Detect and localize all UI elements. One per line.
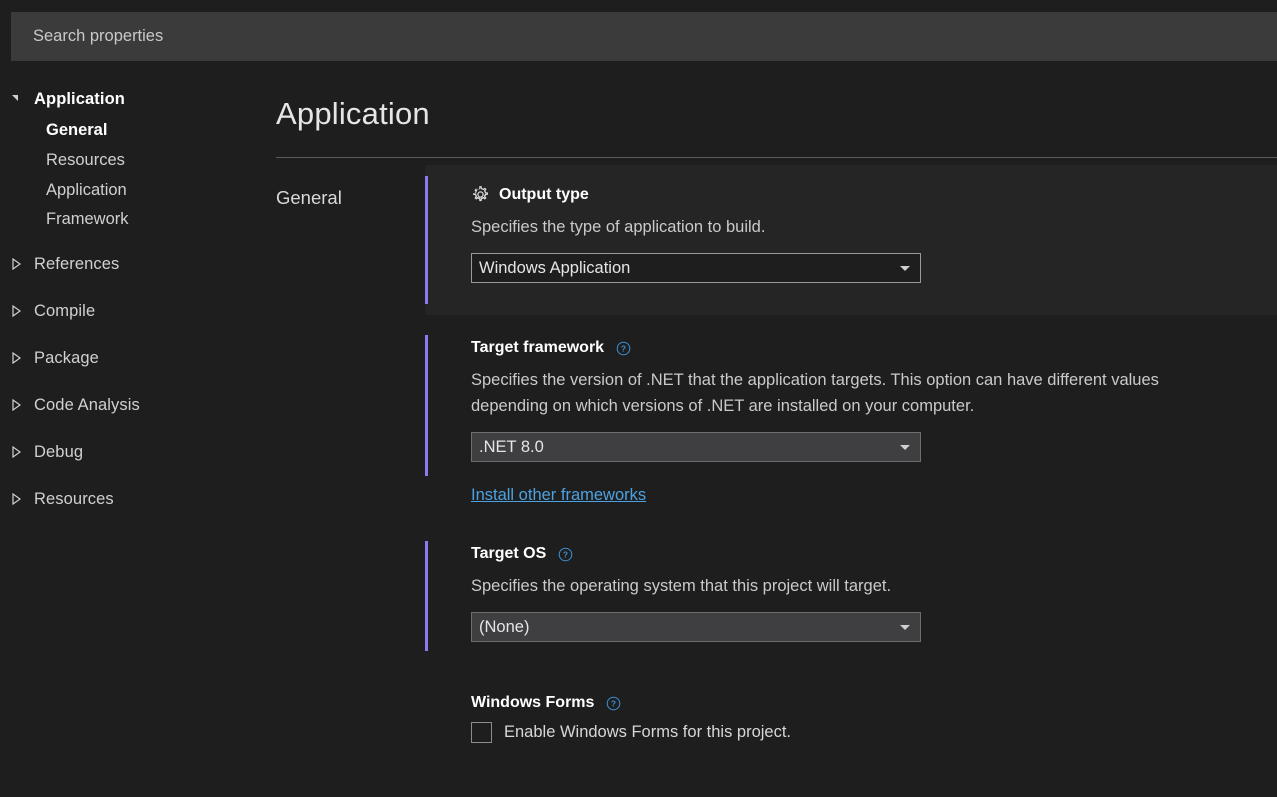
help-circle-icon[interactable]: ? [606, 696, 621, 711]
sidebar-subitem-label: Resources [46, 146, 125, 175]
target-framework-heading: Target framework ? [471, 339, 1277, 357]
enable-windows-forms-row[interactable]: Enable Windows Forms for this project. [471, 722, 1277, 743]
sidebar-spacer [0, 281, 265, 296]
triangle-collapsed-icon[interactable] [12, 343, 34, 364]
sidebar-item-label: Compile [34, 296, 95, 326]
output-type-dropdown[interactable]: Windows Application [471, 253, 921, 283]
windows-forms-title: Windows Forms [471, 694, 594, 712]
properties-window: Application General Resources Applicatio… [0, 0, 1277, 797]
section-accent-bar [425, 541, 428, 651]
enable-windows-forms-label: Enable Windows Forms for this project. [504, 723, 791, 742]
sidebar-item-general[interactable]: General [0, 116, 265, 146]
target-framework-dropdown[interactable]: .NET 8.0 [471, 432, 921, 462]
triangle-collapsed-icon[interactable] [12, 296, 34, 317]
output-type-title: Output type [499, 186, 589, 204]
sidebar-item-package[interactable]: Package [0, 343, 265, 373]
sidebar-item-resources[interactable]: Resources [0, 484, 265, 514]
install-other-frameworks-link[interactable]: Install other frameworks [471, 486, 646, 505]
search-bar[interactable] [11, 12, 1277, 61]
output-type-section: Output type Specifies the type of applic… [425, 165, 1277, 315]
windows-forms-section: Windows Forms ? Enable Windows Forms for… [425, 684, 1277, 794]
output-type-value: Windows Application [479, 259, 630, 278]
target-framework-section: Target framework ? Specifies the version… [425, 329, 1277, 479]
triangle-collapsed-icon[interactable] [12, 390, 34, 411]
target-os-value: (None) [479, 618, 529, 637]
chevron-down-icon [900, 266, 910, 271]
target-os-dropdown[interactable]: (None) [471, 612, 921, 642]
section-accent-bar [425, 176, 428, 304]
output-type-heading: Output type [471, 185, 1277, 204]
target-os-heading: Target OS ? [471, 545, 1277, 563]
sidebar-subitem-label: Application Framework [46, 176, 196, 234]
triangle-collapsed-icon[interactable] [12, 437, 34, 458]
chevron-down-icon [900, 625, 910, 630]
sidebar-spacer [0, 422, 265, 437]
sidebar-spacer [0, 469, 265, 484]
triangle-expanded-icon[interactable] [12, 84, 34, 99]
sidebar-item-label: References [34, 249, 119, 279]
sidebar-item-label: Package [34, 343, 99, 373]
sidebar-spacer [0, 375, 265, 390]
chevron-down-icon [900, 445, 910, 450]
help-circle-icon[interactable]: ? [616, 341, 631, 356]
sidebar-spacer [0, 234, 265, 249]
gear-icon [471, 185, 490, 204]
target-os-section: Target OS ? Specifies the operating syst… [425, 535, 1277, 680]
sidebar-item-application-framework[interactable]: Application Framework [0, 176, 265, 234]
svg-text:?: ? [621, 343, 626, 353]
sidebar-item-label: Code Analysis [34, 390, 140, 420]
sidebar-item-label: Application [34, 84, 125, 114]
sidebar-item-references[interactable]: References [0, 249, 265, 279]
section-label: General [276, 187, 342, 209]
target-os-description: Specifies the operating system that this… [471, 573, 1231, 599]
target-framework-title: Target framework [471, 339, 604, 357]
sidebar-nav: Application General Resources Applicatio… [0, 74, 265, 797]
search-input[interactable] [11, 12, 1277, 61]
svg-text:?: ? [563, 549, 568, 559]
main-content: Application General Output type Specifie… [265, 74, 1277, 797]
sidebar-item-compile[interactable]: Compile [0, 296, 265, 326]
section-accent-bar [425, 335, 428, 476]
sidebar-item-resources-app[interactable]: Resources [0, 146, 265, 176]
title-divider [276, 157, 1277, 158]
sidebar-item-debug[interactable]: Debug [0, 437, 265, 467]
triangle-collapsed-icon[interactable] [12, 484, 34, 505]
sidebar-item-label: Debug [34, 437, 83, 467]
output-type-description: Specifies the type of application to bui… [471, 214, 1231, 240]
help-circle-icon[interactable]: ? [558, 547, 573, 562]
target-framework-value: .NET 8.0 [479, 438, 544, 457]
triangle-collapsed-icon[interactable] [12, 249, 34, 270]
page-title: Application [276, 96, 430, 132]
svg-text:?: ? [611, 698, 616, 708]
install-frameworks-row: Install other frameworks [425, 486, 1277, 522]
target-framework-description: Specifies the version of .NET that the a… [471, 367, 1231, 419]
sidebar-spacer [0, 328, 265, 343]
windows-forms-heading: Windows Forms ? [471, 694, 1277, 712]
target-os-title: Target OS [471, 545, 546, 563]
enable-windows-forms-checkbox[interactable] [471, 722, 492, 743]
sidebar-item-label: Resources [34, 484, 114, 514]
sidebar-subitem-label: General [46, 116, 107, 145]
sidebar-item-code-analysis[interactable]: Code Analysis [0, 390, 265, 420]
sidebar-item-application[interactable]: Application [0, 84, 265, 114]
